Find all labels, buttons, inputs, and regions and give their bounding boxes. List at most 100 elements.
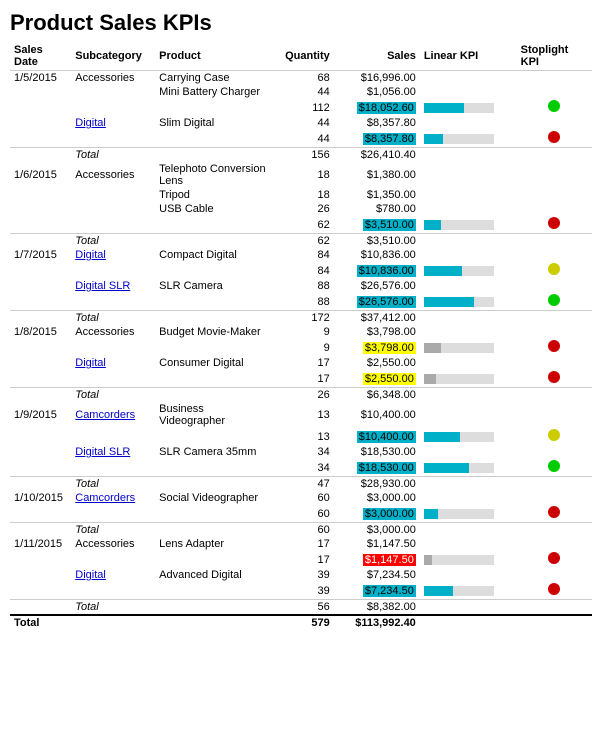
sales-cell: $7,234.50 [334,568,420,582]
subtotal-sub [71,216,155,234]
total-dot [517,477,592,492]
total-bar [420,388,517,403]
linear-kpi-cell [420,568,517,582]
sales-cell: $1,350.00 [334,188,420,202]
total-bar [420,523,517,538]
table-row: Digital SLRSLR Camera88$26,576.00 [10,279,592,293]
stoplight-dot-cell [517,370,592,388]
subtotal-prod [155,428,273,445]
grand-total-row: Total579$113,992.40 [10,615,592,630]
sales-cell: $1,380.00 [334,162,420,188]
subcategory-cell [71,188,155,202]
subtotal-sales: $10,400.00 [334,428,420,445]
col-quantity: Quantity [274,42,334,71]
subtotal-sales: $7,234.50 [334,582,420,600]
product-cell: Tripod [155,188,273,202]
subtotal-sub [71,99,155,116]
subcategory-cell[interactable]: Digital [71,116,155,130]
stoplight-kpi-cell [517,279,592,293]
linear-kpi-bar-cell [420,505,517,523]
subtotal-date [10,262,71,279]
date-cell: 1/7/2015 [10,248,71,262]
product-cell: Lens Adapter [155,537,273,551]
total-prod [155,600,273,616]
subcategory-cell[interactable]: Digital [71,568,155,582]
stoplight-dot-cell [517,130,592,148]
table-row: 1/11/2015AccessoriesLens Adapter17$1,147… [10,537,592,551]
sales-cell: $3,000.00 [334,491,420,505]
table-row: Tripod18$1,350.00 [10,188,592,202]
subtotal-sub [71,339,155,356]
subcategory-cell[interactable]: Camcorders [71,402,155,428]
total-date [10,477,71,492]
total-sub: Total [71,523,155,538]
date-cell: 1/11/2015 [10,537,71,551]
date-cell [10,85,71,99]
total-sub: Total [71,234,155,249]
subtotal-date [10,99,71,116]
linear-kpi-cell [420,116,517,130]
product-cell: Mini Battery Charger [155,85,273,99]
subcategory-cell[interactable]: Digital SLR [71,279,155,293]
col-sales: Sales [334,42,420,71]
sales-cell: $26,576.00 [334,279,420,293]
sales-cell: $10,836.00 [334,248,420,262]
linear-kpi-bar-cell [420,339,517,356]
total-dot [517,148,592,163]
table-row: USB Cable26$780.00 [10,202,592,216]
stoplight-dot-cell [517,293,592,311]
subtotal-sales: $18,052.60 [334,99,420,116]
date-cell [10,445,71,459]
subcategory-cell[interactable]: Digital SLR [71,445,155,459]
quantity-cell: 13 [274,402,334,428]
date-cell [10,188,71,202]
stoplight-kpi-cell [517,537,592,551]
total-sales: $3,000.00 [334,523,420,538]
subtotal-qty: 17 [274,370,334,388]
linear-kpi-cell [420,248,517,262]
subtotal-prod [155,582,273,600]
stoplight-dot-yellow [548,263,560,275]
subtotal-date [10,339,71,356]
subtotal-qty: 17 [274,551,334,568]
total-sub: Total [71,600,155,616]
table-row: 1/7/2015DigitalCompact Digital84$10,836.… [10,248,592,262]
linear-kpi-cell [420,279,517,293]
subtotal-date [10,551,71,568]
total-dot [517,600,592,616]
linear-kpi-cell [420,445,517,459]
subtotal-qty: 88 [274,293,334,311]
stoplight-dot-red [548,552,560,564]
subcategory-cell[interactable]: Camcorders [71,491,155,505]
sales-cell: $16,996.00 [334,71,420,86]
subcategory-cell[interactable]: Digital [71,356,155,370]
stoplight-dot-yellow [548,429,560,441]
date-total-row: Total56$8,382.00 [10,600,592,616]
quantity-cell: 9 [274,325,334,339]
linear-kpi-bar-cell [420,262,517,279]
subtotal-sub [71,459,155,477]
subtotal-sales: $8,357.80 [334,130,420,148]
total-dot [517,311,592,326]
subtotal-sub [71,505,155,523]
product-cell: Business Videographer [155,402,273,428]
stoplight-kpi-cell [517,325,592,339]
quantity-cell: 39 [274,568,334,582]
stoplight-dot-cell [517,505,592,523]
stoplight-dot-red [548,371,560,383]
total-date [10,311,71,326]
subtotal-prod [155,293,273,311]
kpi-table: Sales Date Subcategory Product Quantity … [10,42,592,630]
subtotal-date [10,130,71,148]
grand-total-sales: $113,992.40 [334,615,420,630]
subcategory-cell[interactable]: Digital [71,248,155,262]
product-cell: Carrying Case [155,71,273,86]
product-cell: Consumer Digital [155,356,273,370]
table-row: 1/10/2015CamcordersSocial Videographer60… [10,491,592,505]
total-sales: $26,410.40 [334,148,420,163]
stoplight-dot-cell [517,428,592,445]
date-cell [10,568,71,582]
grand-total-dot [517,615,592,630]
linear-kpi-cell [420,202,517,216]
total-sales: $37,412.00 [334,311,420,326]
